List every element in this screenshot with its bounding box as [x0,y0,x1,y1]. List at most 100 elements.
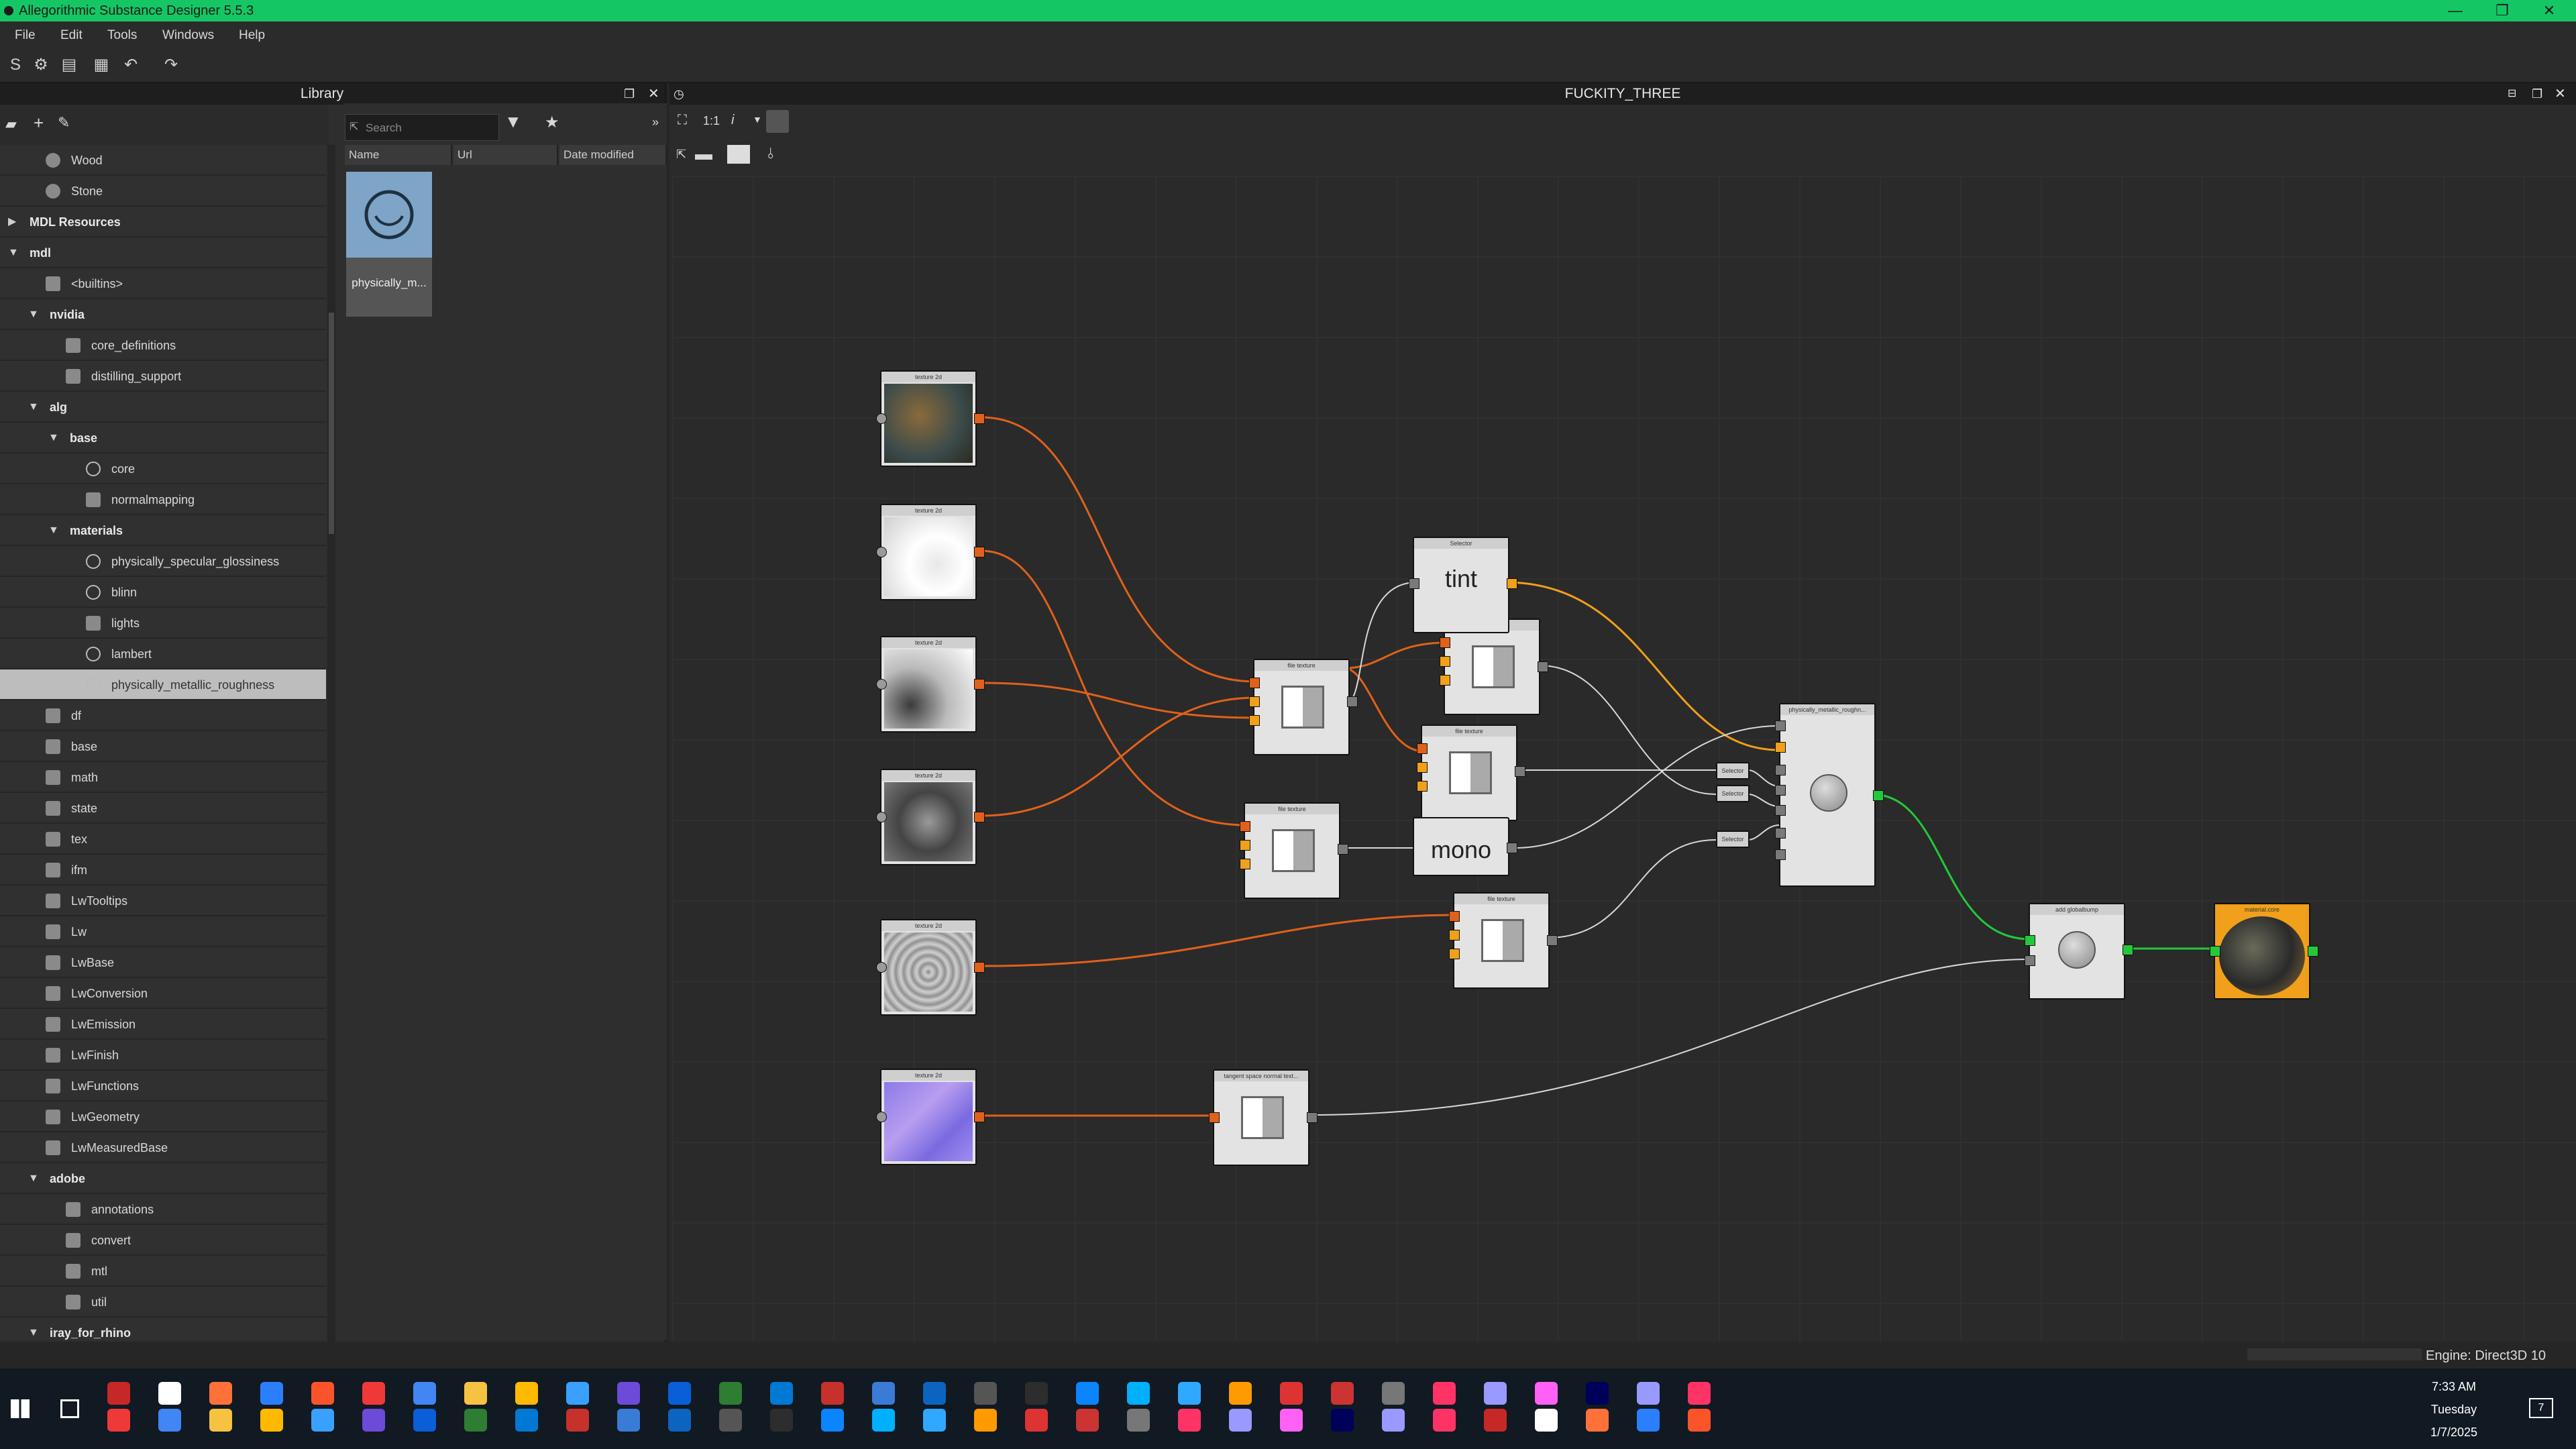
taskbar-app-icon[interactable] [923,1409,946,1432]
input-port[interactable] [2210,946,2220,957]
output-port[interactable] [974,812,985,822]
tree-item[interactable]: Stone [0,176,326,207]
redo-icon[interactable]: ↷ [161,55,181,75]
tree-item[interactable]: ▼ alg [0,392,326,423]
material-output-node[interactable]: material.core [2210,903,2318,1000]
selector-node[interactable]: Selector [1716,785,1750,802]
taskbar-app-icon[interactable] [1076,1409,1099,1432]
tree-item[interactable]: ▼ base [0,423,326,453]
input-port[interactable] [1249,678,1260,688]
taskbar-app-icon[interactable] [668,1382,691,1405]
taskbar-app-icon[interactable] [1025,1382,1048,1405]
taskbar-app-icon[interactable] [1178,1409,1201,1432]
taskbar-app-icon[interactable] [311,1382,334,1405]
taskbar-app-icon[interactable] [311,1409,334,1432]
column-name[interactable]: Name [345,145,452,165]
taskbar-app-icon[interactable] [974,1409,997,1432]
tree-item[interactable]: distilling_support [0,361,326,392]
comment-icon[interactable]: ▬ [695,144,712,164]
input-port[interactable] [1440,656,1450,667]
tree-item[interactable]: LwFunctions [0,1071,326,1102]
taskbar-app-icon[interactable] [566,1382,589,1405]
input-port[interactable] [876,413,887,424]
taskbar-app-icon[interactable] [1127,1409,1150,1432]
input-port[interactable] [1417,762,1428,773]
taskbar-app-icon[interactable] [1382,1409,1405,1432]
tangent-space-normal-node[interactable]: tangent space normal text... [1209,1069,1318,1166]
minimize-icon[interactable]: — [2435,0,2475,21]
taskbar-app-icon[interactable] [1535,1409,1558,1432]
search-box[interactable]: ⇱ Search [345,114,499,141]
input-port[interactable] [876,547,887,557]
menu-windows[interactable]: Windows [162,28,214,43]
input-port[interactable] [1249,715,1260,726]
taskbar-app-icon[interactable] [1076,1382,1099,1405]
tree-item[interactable]: LwMeasuredBase [0,1132,326,1163]
new-package-icon[interactable]: ⚙ [31,55,51,75]
clock[interactable]: 7:33 AM Tuesday 1/7/2025 [2400,1375,2508,1444]
taskbar-app-icon[interactable] [1178,1382,1201,1405]
taskbar-app-icon[interactable] [515,1409,538,1432]
taskbar-app-icon[interactable] [1229,1382,1252,1405]
output-port[interactable] [974,1112,985,1122]
tree-item[interactable]: ▼ adobe [0,1163,326,1194]
taskbar-app-icon[interactable] [413,1382,436,1405]
output-port[interactable] [1507,843,1517,853]
output-port[interactable] [974,962,985,973]
taskbar-app-icon[interactable] [1688,1382,1711,1405]
output-port[interactable] [2123,945,2133,955]
tree-item[interactable]: Lw [0,916,326,947]
taskbar-app-icon[interactable] [1331,1382,1354,1405]
notification-icon[interactable]: 7 [2529,1398,2553,1418]
input-port[interactable] [1240,840,1250,851]
input-port[interactable] [1449,930,1460,941]
taskbar-app-icon[interactable] [1688,1409,1711,1432]
tree-item[interactable]: Wood [0,145,326,176]
taskbar-app-icon[interactable] [413,1409,436,1432]
taskbar-app-icon[interactable] [872,1409,895,1432]
tree-item[interactable]: core [0,453,326,484]
input-port[interactable] [876,812,887,822]
substance-logo-icon[interactable]: S [5,55,25,75]
edit-icon[interactable]: ✎ [58,114,70,131]
taskbar-app-icon[interactable] [1025,1409,1048,1432]
taskbar-app-icon[interactable] [1280,1409,1303,1432]
taskbar-app-icon[interactable] [1484,1409,1507,1432]
menu-edit[interactable]: Edit [60,28,83,43]
menu-help[interactable]: Help [239,28,265,43]
output-port[interactable] [1538,661,1548,672]
tint-selector-node[interactable]: Selector tint [1409,537,1517,633]
tree-scrollbar-thumb[interactable] [329,313,334,534]
taskbar-app-icon[interactable] [260,1382,283,1405]
tree-item[interactable]: math [0,762,326,793]
texture-2d-node[interactable]: texture 2d [876,919,985,1016]
selector-node[interactable]: Selector [1716,830,1750,848]
favorites-icon[interactable]: ★ [545,113,559,132]
texture-2d-node[interactable]: texture 2d [876,370,985,467]
tree-item[interactable]: LwGeometry [0,1102,326,1132]
menu-tools[interactable]: Tools [107,28,137,43]
filter-icon[interactable]: ▼ [504,111,522,132]
tree-item[interactable]: LwFinish [0,1040,326,1071]
file-texture-node[interactable]: file texture [1417,724,1525,821]
input-port[interactable] [1240,859,1250,869]
tree-item[interactable]: ▶ MDL Resources [0,207,326,237]
taskbar-app-icon[interactable] [362,1382,385,1405]
tree-item[interactable]: ▼ nvidia [0,299,326,330]
selector-node[interactable]: Selector [1716,762,1750,780]
input-port[interactable] [876,679,887,690]
info-icon[interactable]: i [731,113,734,128]
align-icon[interactable] [766,110,789,133]
close-icon[interactable]: ✕ [2529,0,2569,21]
tree-item[interactable]: core_definitions [0,330,326,361]
tree-item[interactable]: base [0,731,326,762]
taskbar-app-icon[interactable] [464,1409,487,1432]
taskbar-app-icon[interactable] [719,1409,742,1432]
input-port[interactable] [1449,911,1460,922]
tree-item[interactable]: blinn [0,577,326,608]
input-port[interactable] [1417,743,1428,754]
input-port[interactable] [876,1112,887,1122]
undo-icon[interactable]: ↶ [121,55,141,75]
tree-item[interactable]: ▼ mdl [0,237,326,268]
taskbar-app-icon[interactable] [566,1409,589,1432]
